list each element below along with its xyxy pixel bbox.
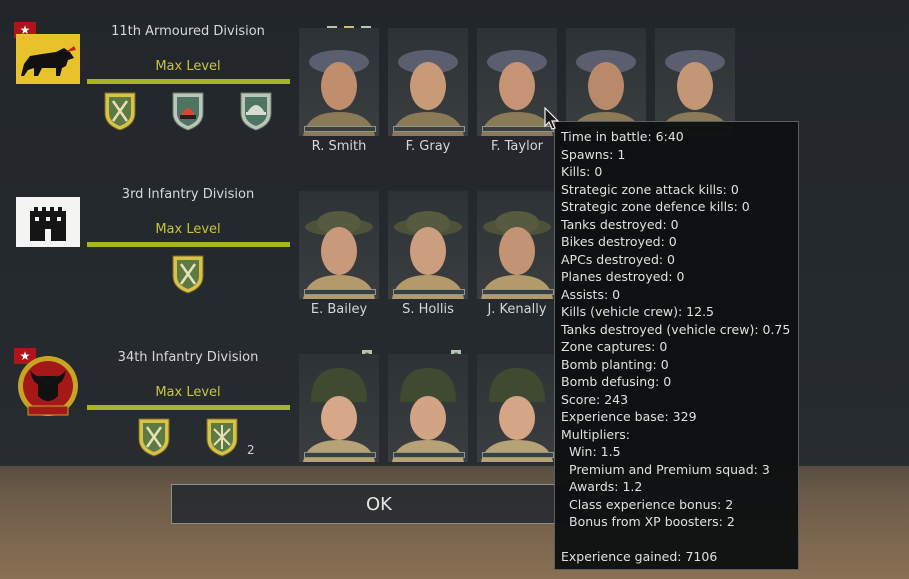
soldier-xp-bar (393, 126, 465, 132)
stat-line: Strategic zone attack kills: 0 (561, 181, 739, 197)
crossed-swords-award-icon[interactable] (137, 417, 171, 457)
multipliers-heading: Multipliers: (561, 426, 630, 442)
multiplier-line: Win: 1.5 (569, 444, 621, 459)
soldier-xp-bar (482, 452, 554, 458)
soldier-xp-bar (482, 289, 554, 295)
soldier-portrait (388, 28, 468, 136)
division-name: 11th Armoured Division (111, 24, 265, 39)
multiplier-line: Awards: 1.2 (569, 479, 643, 494)
soldier-card[interactable] (388, 354, 468, 484)
battle-stats-tooltip: Time in battle: 6:40 Spawns: 1 Kills: 0 … (554, 121, 799, 570)
soldier-name: E. Bailey (310, 302, 368, 317)
award-count: 2 (247, 443, 255, 457)
soldier-portrait (299, 28, 379, 136)
soldier-name: J. Kenally (487, 302, 547, 317)
soldier-card[interactable] (299, 354, 379, 484)
soldier-card[interactable]: S. Hollis (388, 191, 468, 321)
soldier-portrait (388, 354, 468, 462)
soldier-xp-bar (304, 289, 376, 295)
soldier-xp-bar (304, 452, 376, 458)
soldier-xp-bar (393, 452, 465, 458)
stat-line: APCs destroyed: 0 (561, 251, 676, 267)
stat-line: Spawns: 1 (561, 146, 626, 162)
soldier-card[interactable]: E. Bailey (299, 191, 379, 321)
soldier-card[interactable]: J. Kenally (477, 191, 557, 321)
soldier-portrait (477, 354, 557, 462)
stat-line: Score: 243 (561, 391, 629, 407)
crossed-swords-award-icon[interactable] (171, 254, 205, 294)
experience-gained: Experience gained: 7106 (561, 549, 718, 564)
crossed-swords-award-icon[interactable] (103, 91, 137, 131)
level-progress-bar (87, 405, 290, 410)
soldier-portrait (477, 191, 557, 299)
red-bull-flag-icon (16, 356, 80, 418)
soldier-card[interactable] (477, 354, 557, 484)
stat-line: Zone captures: 0 (561, 339, 668, 354)
soldier-name: F. Taylor (490, 139, 543, 154)
level-progress-bar (87, 242, 290, 247)
flame-award-icon[interactable] (171, 91, 205, 131)
stat-line: Bikes destroyed: 0 (561, 234, 677, 249)
division-level: Max Level (155, 385, 221, 400)
stat-line: Planes destroyed: 0 (561, 269, 685, 284)
stat-line: Kills: 0 (561, 164, 603, 179)
soldier-portrait (299, 191, 379, 299)
stat-line: Assists: 0 (561, 286, 621, 302)
multiplier-line: Bonus from XP boosters: 2 (569, 514, 735, 529)
ok-button[interactable]: OK (171, 484, 587, 524)
soldier-portrait (388, 191, 468, 299)
soldier-name: S. Hollis (402, 302, 454, 317)
stat-line: Experience base: 329 (561, 409, 697, 424)
charging-bull-flag-icon (16, 34, 80, 90)
stat-line: Tanks destroyed: 0 (561, 216, 679, 232)
castle-flag-icon (16, 197, 80, 253)
level-progress-bar (87, 79, 290, 84)
soldier-card[interactable]: R. Smith (299, 28, 379, 158)
soldier-portrait (655, 28, 735, 136)
stat-line: Time in battle: 6:40 (561, 129, 684, 144)
mouse-cursor-icon (544, 106, 562, 131)
division-name: 34th Infantry Division (117, 350, 259, 365)
stat-line: Kills (vehicle crew): 12.5 (561, 304, 715, 319)
stat-line: Bomb defusing: 0 (561, 374, 672, 389)
stat-line: Tanks destroyed (vehicle crew): 0.75 (561, 321, 791, 337)
soldier-card[interactable]: F. Gray (388, 28, 468, 158)
division-level: Max Level (155, 222, 221, 237)
multiplier-line: Class experience bonus: 2 (569, 496, 734, 512)
division-name: 3rd Infantry Division (121, 187, 255, 202)
division-level: Max Level (155, 59, 221, 74)
soldier-portrait (566, 28, 646, 136)
soldier-name: R. Smith (311, 139, 367, 154)
soldier-name: F. Gray (405, 139, 451, 154)
stat-line: Strategic zone defence kills: 0 (561, 199, 750, 214)
multiplier-line: Premium and Premium squad: 3 (569, 461, 770, 477)
soldier-xp-bar (393, 289, 465, 295)
soldier-xp-bar (304, 126, 376, 132)
rifles-award-icon[interactable] (205, 417, 239, 457)
helmet-award-icon[interactable] (239, 91, 273, 131)
soldier-portrait (299, 354, 379, 462)
stat-line: Bomb planting: 0 (561, 356, 669, 372)
soldier-card[interactable]: F. Taylor (477, 28, 557, 158)
